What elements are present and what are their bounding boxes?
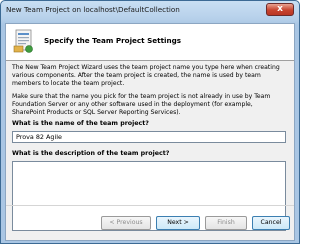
title-bar[interactable]: New Team Project on localhost\DefaultCol…	[1, 1, 299, 23]
wizard-icon	[13, 29, 33, 53]
finish-button[interactable]: Finish	[205, 216, 247, 230]
window-title: New Team Project on localhost\DefaultCol…	[6, 5, 180, 14]
wizard-window: New Team Project on localhost\DefaultCol…	[0, 0, 300, 244]
uniqueness-paragraph: Make sure that the name you pick for the…	[12, 93, 271, 117]
page-title: Specify the Team Project Settings	[44, 36, 182, 45]
intro-paragraph: The New Team Project Wizard uses the tea…	[12, 64, 280, 88]
wizard-body: The New Team Project Wizard uses the tea…	[6, 61, 294, 231]
previous-button[interactable]: < Previous	[101, 216, 151, 230]
wizard-footer: < Previous Next > Finish Cancel	[6, 205, 294, 241]
next-button[interactable]: Next >	[156, 216, 200, 230]
close-icon: x	[277, 4, 283, 14]
cancel-button[interactable]: Cancel	[252, 216, 290, 230]
name-label: What is the name of the team project?	[12, 120, 149, 127]
wizard-header: Specify the Team Project Settings	[6, 24, 294, 61]
description-label: What is the description of the team proj…	[12, 150, 170, 157]
wizard-client-area: Specify the Team Project Settings The Ne…	[5, 23, 295, 241]
close-button[interactable]: x	[266, 3, 294, 16]
team-project-name-input[interactable]: Prova 82 Agile	[12, 131, 286, 143]
